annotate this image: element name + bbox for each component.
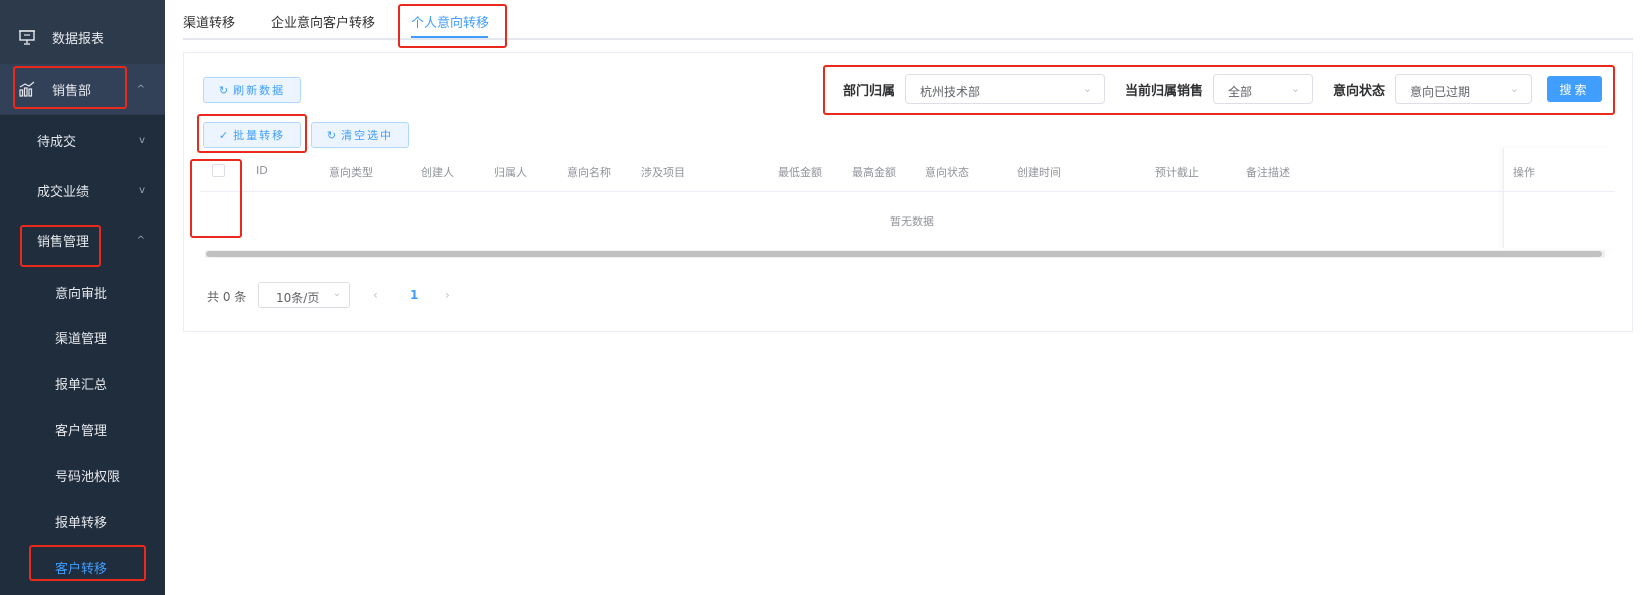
column-header-intent-type: 意向类型 — [329, 166, 373, 179]
column-header-intent-name: 意向名称 — [567, 166, 611, 179]
sales-select-value: 全部 — [1228, 85, 1253, 99]
clear-selection-button[interactable]: ↻ 清空选中 — [311, 122, 409, 148]
sales-filter-label: 当前归属销售 — [1125, 84, 1204, 99]
active-tab-indicator — [411, 36, 488, 38]
sidebar-item-label: 待成交 — [37, 134, 77, 150]
sidebar-subitem-intent-approval[interactable]: 意向审批 — [0, 270, 165, 314]
sidebar-item-sales-management[interactable]: 销售管理 ^ — [0, 215, 165, 265]
app: 数据报表 销售部 ^ 待成交 v 成交业绩 v 销售管理 ^ 意向审批 渠道管理… — [0, 0, 1645, 595]
sidebar-item-label: 客户转移 — [55, 561, 108, 577]
column-header-max-amount: 最高金额 — [852, 166, 896, 179]
sidebar-item-label: 销售管理 — [37, 234, 90, 250]
sales-select[interactable]: 全部 ⌄ — [1213, 74, 1313, 104]
chevron-up-icon: ^ — [136, 234, 145, 246]
tab-enterprise-intent-transfer[interactable]: 企业意向客户转移 — [271, 12, 375, 31]
batch-transfer-button[interactable]: ✓ 批量转移 — [203, 122, 301, 148]
select-all-checkbox[interactable] — [212, 164, 225, 177]
page-size-value: 10条/页 — [276, 291, 320, 305]
table-empty-text: 暂无数据 — [890, 215, 934, 228]
chevron-up-icon: ^ — [136, 83, 145, 95]
refresh-data-label: 刷新数据 — [233, 84, 286, 97]
presentation-board-icon — [18, 28, 36, 46]
page-size-select[interactable]: 10条/页 ⌄ — [258, 282, 350, 308]
search-button-label: 搜索 — [1559, 82, 1590, 97]
chevron-down-icon: ⌄ — [1290, 82, 1300, 95]
status-select-value: 意向已过期 — [1410, 85, 1471, 99]
table-header-row — [200, 160, 1615, 192]
column-header-min-amount: 最低金额 — [778, 166, 822, 179]
clear-selection-label: 清空选中 — [341, 129, 394, 142]
sidebar-item-label: 报单汇总 — [55, 377, 108, 393]
sidebar-item-pending-deal[interactable]: 待成交 v — [0, 115, 165, 165]
column-header-remarks: 备注描述 — [1246, 166, 1290, 179]
sidebar-item-label: 数据报表 — [52, 31, 105, 47]
tab-channel-transfer[interactable]: 渠道转移 — [183, 12, 235, 31]
sidebar: 数据报表 销售部 ^ 待成交 v 成交业绩 v 销售管理 ^ 意向审批 渠道管理… — [0, 0, 165, 595]
sidebar-item-sales-dept[interactable]: 销售部 ^ — [0, 64, 165, 114]
sidebar-item-label: 意向审批 — [55, 286, 108, 302]
column-header-actions: 操作 — [1513, 166, 1535, 179]
page-number-current[interactable]: 1 — [410, 288, 418, 302]
tab-bar: 渠道转移 企业意向客户转移 个人意向转移 — [183, 0, 1633, 40]
refresh-icon: ↻ — [326, 128, 337, 142]
column-header-creator: 创建人 — [421, 166, 454, 179]
sidebar-item-label: 成交业绩 — [37, 184, 90, 200]
sidebar-subitem-channel-management[interactable]: 渠道管理 — [0, 315, 165, 359]
batch-transfer-label: 批量转移 — [233, 129, 286, 142]
sidebar-subitem-customer-transfer[interactable]: 客户转移 — [0, 545, 165, 589]
search-button[interactable]: 搜索 — [1547, 76, 1602, 102]
column-header-owner: 归属人 — [494, 166, 527, 179]
check-icon: ✓ — [218, 128, 229, 142]
sidebar-item-label: 客户管理 — [55, 423, 108, 439]
sidebar-item-label: 销售部 — [52, 83, 92, 99]
dept-select[interactable]: 杭州技术部 ⌄ — [905, 74, 1105, 104]
sidebar-subitem-customer-management[interactable]: 客户管理 — [0, 407, 165, 451]
fixed-action-column — [1503, 148, 1615, 248]
sidebar-subitem-number-pool-permission[interactable]: 号码池权限 — [0, 453, 165, 497]
sidebar-item-label: 渠道管理 — [55, 331, 108, 347]
prev-page-icon[interactable]: ‹ — [373, 288, 378, 302]
column-header-intent-status: 意向状态 — [925, 166, 969, 179]
chevron-down-icon: v — [139, 184, 145, 196]
sidebar-subitem-report-transfer[interactable]: 报单转移 — [0, 499, 165, 543]
column-header-created-time: 创建时间 — [1017, 166, 1061, 179]
status-filter-label: 意向状态 — [1333, 84, 1386, 99]
chevron-down-icon: ⌄ — [332, 288, 341, 299]
refresh-icon: ↻ — [218, 83, 229, 97]
dept-select-value: 杭州技术部 — [920, 85, 981, 99]
sidebar-item-data-report[interactable]: 数据报表 — [0, 12, 165, 62]
chevron-down-icon: v — [139, 134, 145, 146]
sidebar-item-deal-performance[interactable]: 成交业绩 v — [0, 165, 165, 215]
status-select[interactable]: 意向已过期 ⌄ — [1395, 74, 1532, 104]
next-page-icon[interactable]: › — [445, 288, 450, 302]
scrollbar-thumb[interactable] — [206, 251, 1602, 257]
pagination-total: 共 0 条 — [207, 290, 247, 304]
sidebar-item-label: 号码池权限 — [55, 469, 121, 485]
chevron-down-icon: ⌄ — [1509, 82, 1519, 95]
column-header-id: ID — [256, 164, 268, 177]
chart-bars-icon — [18, 80, 36, 98]
column-header-project: 涉及项目 — [641, 166, 685, 179]
refresh-data-button[interactable]: ↻ 刷新数据 — [203, 77, 301, 103]
tab-personal-intent-transfer[interactable]: 个人意向转移 — [411, 12, 489, 31]
sidebar-subitem-report-summary[interactable]: 报单汇总 — [0, 361, 165, 405]
dept-filter-label: 部门归属 — [843, 84, 896, 99]
chevron-down-icon: ⌄ — [1082, 82, 1092, 95]
sidebar-item-label: 报单转移 — [55, 515, 108, 531]
column-header-expected-deadline: 预计截止 — [1155, 166, 1199, 179]
